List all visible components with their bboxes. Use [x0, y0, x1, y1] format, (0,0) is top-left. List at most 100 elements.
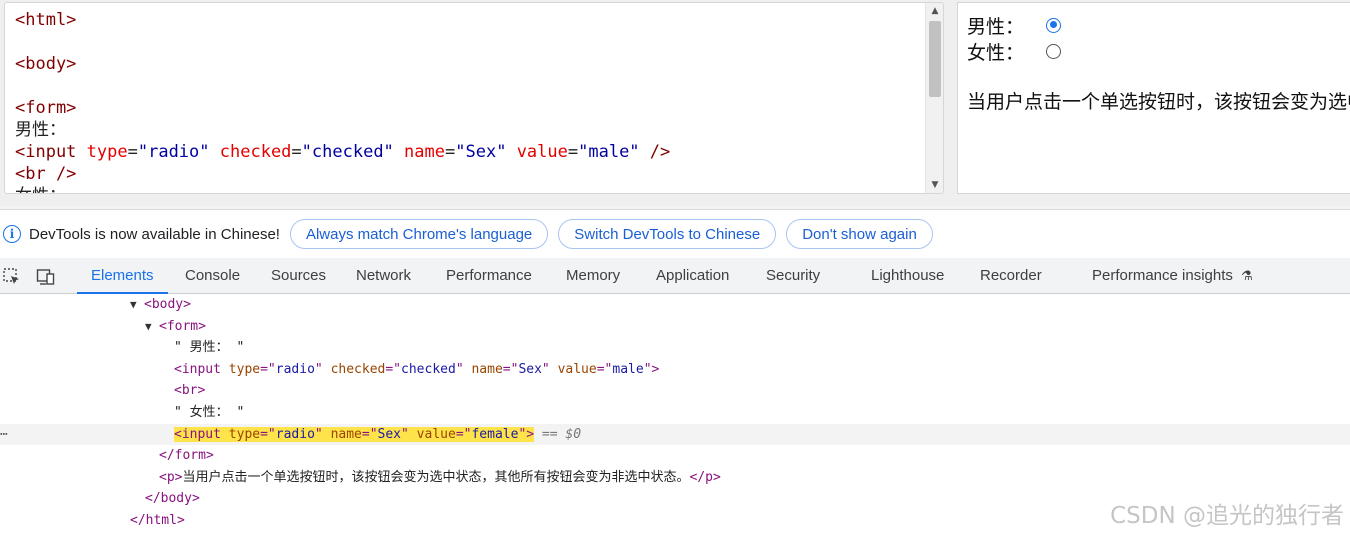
tab-security[interactable]: Security [752, 259, 834, 294]
devtools-tab-strip: Elements Console Sources Network Perform… [0, 259, 1350, 294]
tree-node: <p>当用户点击一个单选按钮时，该按钮会变为选中状态，其他所有按钮会变为非选中状… [159, 467, 721, 489]
tab-sources[interactable]: Sources [257, 259, 340, 294]
dom-token: type [228, 426, 261, 442]
editor-scrollbar[interactable]: ▲ ▼ [925, 3, 943, 193]
tree-node: </body> [145, 488, 200, 510]
dom-token: value [557, 361, 597, 377]
dom-token: "> [643, 361, 660, 377]
dom-token: name [330, 426, 362, 442]
tab-network[interactable]: Network [342, 259, 425, 294]
tree-node: </form> [159, 445, 214, 467]
tree-node: " 男性： " [174, 337, 244, 359]
tab-performance-insights-label: Performance insights [1092, 267, 1233, 284]
expand-triangle-icon[interactable]: ▼ [130, 294, 144, 316]
dom-token: =" [455, 426, 472, 442]
preview-paragraph: 当用户点击一个单选按钮时，该按钮会变为选中状态，其他所有按钮会变为非选中状态。 [967, 92, 1350, 113]
expand-triangle-icon[interactable]: ▼ [145, 316, 159, 338]
tree-row[interactable]: " 女性： " [0, 402, 1350, 424]
tree-node: <br> [174, 380, 205, 402]
result-preview: 男性： 女性： 当用户点击一个单选按钮时，该按钮会变为选中状态，其他所有按钮会变… [957, 2, 1350, 194]
dom-token: <input [174, 426, 229, 442]
dom-token: <form> [159, 318, 206, 334]
dom-token: =" [596, 361, 613, 377]
tab-console[interactable]: Console [171, 259, 254, 294]
more-options-icon[interactable]: ⋯ [0, 424, 8, 446]
code-token: <html> [15, 10, 77, 30]
tree-row[interactable]: ▼ <body> [0, 294, 1350, 316]
dom-token: " [314, 361, 331, 377]
code-token: 女性： [15, 186, 66, 193]
tree-row[interactable]: ▼ <form> [0, 316, 1350, 338]
code-token: /> [639, 142, 671, 162]
top-panel: <html> <body> <form> 男性： <input type="radio"… [0, 0, 1350, 206]
editor-line: <br /> [15, 163, 925, 185]
screen: <html> <body> <form> 男性： <input type="radio"… [0, 0, 1350, 538]
tree-row[interactable]: </form> [0, 445, 1350, 467]
dom-token: == $0 [534, 426, 582, 442]
tree-node: </html> [130, 510, 185, 532]
tree-node: ▼ <form> [145, 316, 206, 338]
tab-performance-insights[interactable]: Performance insights ⚗ [1078, 259, 1267, 294]
tab-elements[interactable]: Elements [77, 259, 168, 294]
dom-token: " 男性： " [174, 340, 245, 356]
dom-token: =" [385, 361, 402, 377]
editor-line: <form> [15, 97, 925, 119]
dom-token: <p> [159, 469, 183, 485]
device-toolbar-icon[interactable] [36, 267, 56, 287]
dom-token: =" [260, 426, 276, 442]
male-radio[interactable] [1046, 17, 1062, 33]
tree-row-selected[interactable]: ⋯ <input type="radio" name="Sex" value="f… [0, 423, 1350, 446]
dont-show-again-button[interactable]: Don't show again [786, 219, 933, 249]
code-token: type [86, 142, 128, 162]
code-token: = [567, 142, 579, 162]
switch-to-chinese-button[interactable]: Switch DevTools to Chinese [558, 219, 777, 249]
watermark: CSDN @追光的独行者 [1110, 503, 1344, 529]
dom-token: radio [275, 361, 315, 377]
dom-token: </form> [159, 448, 214, 464]
dom-token: =" [260, 361, 276, 377]
scrollbar-thumb[interactable] [929, 21, 941, 97]
scroll-down-icon[interactable]: ▼ [926, 177, 943, 193]
tree-node: <input type="radio" name="Sex" value="fe… [174, 424, 581, 446]
editor-line: 女性： [15, 185, 925, 193]
code-token: = [291, 142, 302, 162]
tree-row[interactable]: " 男性： " [0, 337, 1350, 359]
dom-token: </html> [130, 513, 185, 528]
dom-token: female [471, 426, 519, 442]
dom-token: <body> [144, 297, 191, 312]
dom-token: type [228, 361, 261, 377]
code-token: 男性： [15, 120, 66, 140]
male-label: 男性： [967, 16, 1025, 38]
female-radio[interactable] [1046, 43, 1062, 59]
tree-row[interactable]: <input type="radio" checked="checked" na… [0, 359, 1350, 381]
dom-token: <br> [174, 383, 206, 399]
editor-code[interactable]: <html> <body> <form> 男性： <input type="radio"… [15, 9, 925, 193]
dom-token: </body> [145, 491, 200, 507]
tree-node: <input type="radio" checked="checked" na… [174, 359, 659, 381]
tree-row[interactable]: <br> [0, 380, 1350, 402]
dom-token: =" [361, 426, 378, 442]
tree-node: ▼ <body> [130, 294, 191, 316]
tab-lighthouse[interactable]: Lighthouse [857, 259, 958, 294]
dom-token: value [416, 426, 456, 442]
dom-token: Sex [518, 361, 542, 377]
tab-performance[interactable]: Performance [432, 259, 546, 294]
tab-application[interactable]: Application [642, 259, 743, 294]
code-editor[interactable]: <html> <body> <form> 男性： <input type="radio"… [4, 2, 944, 194]
editor-line: <html> [15, 9, 925, 31]
dom-token: "> [518, 426, 535, 442]
dom-token: =" [502, 361, 519, 377]
tree-row[interactable]: <p>当用户点击一个单选按钮时，该按钮会变为选中状态，其他所有按钮会变为非选中状… [0, 467, 1350, 489]
dom-token: " [455, 361, 472, 377]
dom-token: " [314, 426, 331, 442]
code-token: checked [219, 142, 292, 162]
always-match-language-button[interactable]: Always match Chrome's language [289, 219, 549, 249]
code-token: name [404, 142, 445, 162]
tab-recorder[interactable]: Recorder [966, 259, 1056, 294]
scroll-up-icon[interactable]: ▲ [926, 3, 943, 19]
inspect-element-icon[interactable] [2, 267, 22, 287]
tab-memory[interactable]: Memory [552, 259, 634, 294]
